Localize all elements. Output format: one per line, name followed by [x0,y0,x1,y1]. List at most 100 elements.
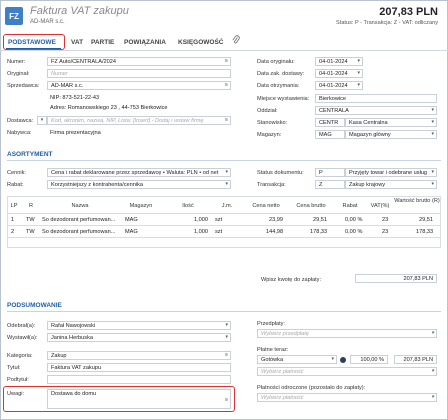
magazyn-code[interactable]: MAG [315,130,345,139]
col-header[interactable]: Wartość brutto (R) [394,198,440,204]
wpisz-kwote-label: Wpisz kwotę do zapłaty: [261,277,322,283]
tytul-field[interactable]: Faktura VAT zakupu [47,363,231,372]
document-total: 207,83 PLN [379,6,438,18]
stanowisko-code[interactable]: CENTR [315,118,345,127]
przedplaty-field[interactable]: Wybierz przedpłatę ▾ [257,329,437,338]
table-cell[interactable]: MAG [125,229,138,235]
rabat-label: Rabat: [7,182,24,188]
tab-partie[interactable]: PARTIE [91,35,114,50]
table-cell[interactable]: 29,51 [419,217,433,223]
oryginal-field[interactable]: Numer [47,69,231,78]
col-header[interactable]: Rabat [334,203,366,209]
nabywca-label: Nabywca: [7,130,32,136]
platne-amount[interactable]: 207,83 PLN [394,355,437,364]
przedplaty-label: Przedpłaty: [257,321,285,327]
kategoria-label: Kategoria: [7,353,33,359]
table-cell[interactable]: 0,00 % [345,229,362,235]
stanowisko-select[interactable]: Kasa Centralna ▾ [345,118,437,127]
cennik-field[interactable]: Cena i rabat deklarowane przez sprzedawc… [47,168,231,177]
sprzedawca-field[interactable]: AD-MAR s.c. ≡ [47,81,231,90]
col-header[interactable]: LP [9,203,19,209]
col-header[interactable]: Cena brutto [289,203,333,209]
table-cell[interactable]: 1,000 [194,217,208,223]
table-cell[interactable]: 1 [11,217,14,223]
oddzial-select[interactable]: CENTRALA ▾ [315,106,437,115]
asortyment-header: ASORTYMENT [7,151,53,158]
col-header[interactable]: Nazwa [40,203,120,209]
platne-method-select[interactable]: Gotówka ▾ [257,355,337,364]
odroczone-label: Płatności odroczone (pozostało do zapłat… [257,385,366,391]
table-cell[interactable]: TW [26,217,35,223]
magazyn-label: Magazyn: [257,132,282,138]
wystawil-field[interactable]: Janina Herbuska ▾ [47,333,231,342]
col-header[interactable]: VAT(%) [367,203,393,209]
table-cell[interactable]: So dezodorant perfumowan... [42,217,115,223]
data-zak-label: Data zak. dostawy: [257,71,305,77]
col-header[interactable]: Ilość [168,203,208,209]
table-cell[interactable]: 29,51 [313,217,327,223]
odroczone-field[interactable]: Wybierz płatność ▾ [257,393,437,402]
document-type-icon: FZ [5,7,23,25]
miejsce-field[interactable]: Bierkowice [315,94,437,103]
data-oryginalu-field[interactable]: 04-01-2024 ▾ [315,57,363,66]
table-cell[interactable]: 178,33 [310,229,327,235]
transakcja-label: Transakcja: [257,182,286,188]
highlight-tab [3,34,65,50]
col-header[interactable]: Magazyn [121,203,161,209]
table-cell[interactable]: 23,99 [269,217,283,223]
table-cell[interactable]: szt [215,229,222,235]
table-cell[interactable]: 144,98 [266,229,283,235]
tab-ksiegowosc[interactable]: KSIĘGOWOŚĆ [178,35,224,50]
dostawca-field[interactable]: Kod, akronim, nazwa, NIP, Lista: [Insert… [47,116,231,125]
status-select[interactable]: Przyjęty towar i odebrane usług ▾ [345,168,437,177]
seller-address: Adres: Romanowskiego 23 , 44-753 Bierkow… [50,105,168,111]
tab-powiazania[interactable]: POWIĄZANIA [124,35,166,50]
kategoria-field[interactable]: Zakup ≡ [47,351,231,360]
status-code[interactable]: P [315,168,345,177]
platne-percent[interactable]: 100,00 % [350,355,388,364]
wpisz-kwote-field[interactable]: 207,83 PLN [355,274,437,283]
rabat-field[interactable]: Korzystniejszy z kontrahenta/cennika ▾ [47,180,231,189]
document-status: Status: P - Transakcja: Z - VAT: odlicza… [336,20,438,26]
section-divider [7,160,441,161]
col-header[interactable]: J.m. [213,203,241,209]
transakcja-select[interactable]: Zakup krajowy ▾ [345,180,437,189]
odebral-label: Odebrał(a): [7,323,36,329]
menu-icon: ≡ [224,352,228,358]
table-cell[interactable]: 1,000 [194,229,208,235]
podsumowanie-header: PODSUMOWANIE [7,302,62,309]
tab-vat[interactable]: VAT [71,35,83,50]
oddzial-label: Oddział: [257,108,278,114]
podtytul-label: Podtytuł: [7,377,29,383]
status-dokumentu-label: Status dokumentu: [257,170,304,176]
data-otrzymania-field[interactable]: 04-01-2024 ▾ [315,81,363,90]
podtytul-field[interactable] [47,375,231,384]
miejsce-label: Miejsce wystawienia: [257,96,310,102]
table-cell[interactable]: 23 [382,229,388,235]
payment-slider-knob[interactable] [340,357,346,363]
transakcja-code[interactable]: Z [315,180,345,189]
odebral-field[interactable]: Rafał Nawojowski ▾ [47,321,231,330]
platne-add-field[interactable]: Wybierz płatność ▾ [257,367,437,376]
col-header[interactable]: R [26,203,36,209]
table-cell[interactable]: 0,00 % [345,217,362,223]
menu-icon: ≡ [224,117,228,123]
document-subtitle: AD-MAR s.c. [30,19,65,25]
table-cell[interactable]: MAG [125,217,138,223]
table-cell[interactable]: So dezodorant perfumowan... [42,229,115,235]
col-header[interactable]: Cena netto [244,203,288,209]
table-cell[interactable]: 23 [382,217,388,223]
dostawca-dropdown[interactable]: ▾ [37,116,47,125]
magazyn-select[interactable]: Magazyn główny ▾ [345,130,437,139]
paperclip-icon[interactable] [232,35,240,50]
dostawca-label: Dostawca: [7,118,34,124]
menu-icon: ≡ [224,58,228,64]
table-cell[interactable]: 2 [11,229,14,235]
oryginal-label: Oryginał: [7,71,30,77]
table-cell[interactable]: TW [26,229,35,235]
table-cell[interactable]: 178,33 [416,229,433,235]
numer-field[interactable]: FZ Auto/CENTRALA/2024 ≡ [47,57,231,66]
table-cell[interactable]: szt [215,217,222,223]
wystawil-label: Wystawił(a): [7,335,38,341]
data-zak-field[interactable]: 04-01-2024 ▾ [315,69,363,78]
